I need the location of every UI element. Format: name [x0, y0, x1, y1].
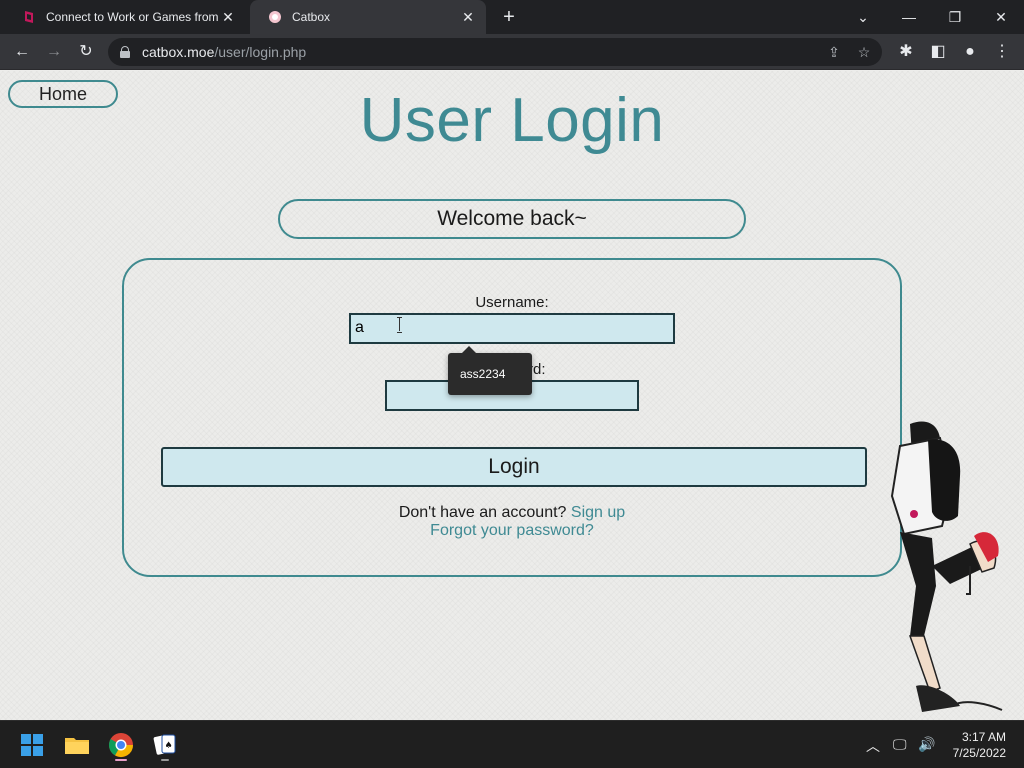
tab-catbox[interactable]: Catbox ✕	[250, 0, 486, 34]
browser-tab-strip: Connect to Work or Games from ✕ Catbox ✕…	[0, 0, 1024, 34]
back-icon[interactable]: ←	[10, 40, 34, 64]
close-tab-icon[interactable]: ✕	[220, 9, 236, 25]
welcome-banner: Welcome back~	[278, 199, 746, 239]
solitaire-icon[interactable]: ♠	[149, 729, 181, 761]
signup-row: Don't have an account? Sign up	[124, 504, 900, 522]
forward-icon[interactable]: →	[42, 40, 66, 64]
new-tab-button[interactable]: +	[498, 6, 520, 28]
tab-title: Catbox	[292, 10, 331, 24]
system-clock[interactable]: 3:17 AM 7/25/2022	[953, 729, 1006, 761]
close-tab-icon[interactable]: ✕	[460, 9, 476, 25]
autocomplete-suggestion[interactable]: ass2234	[448, 346, 532, 395]
browser-toolbar: ← → ↻ catbox.moe/user/login.php ⇪ ☆ ✱ ◧ …	[0, 34, 1024, 70]
login-button[interactable]: Login	[161, 447, 867, 487]
text-cursor-icon	[397, 317, 403, 333]
tab-title: Connect to Work or Games from	[46, 10, 218, 24]
page-title: User Login	[359, 86, 665, 155]
mascot-illustration	[890, 421, 1003, 712]
close-window-button[interactable]: ✕	[978, 0, 1024, 34]
login-form: Username: a rd: Login Don't have an acco…	[122, 258, 902, 577]
tab-search-icon[interactable]: ⌄	[840, 0, 886, 34]
parsec-icon	[25, 11, 33, 23]
extensions-icon[interactable]: ✱	[894, 40, 918, 64]
windows-taskbar: ♠ ︿ 🖵 🔊 3:17 AM 7/25/2022	[0, 720, 1024, 768]
clock-date: 7/25/2022	[952, 746, 1006, 760]
reload-icon[interactable]: ↻	[74, 40, 98, 64]
menu-icon[interactable]: ⋮	[990, 40, 1014, 64]
chevron-up-icon[interactable]: ︿	[866, 736, 880, 756]
tab-parsec[interactable]: Connect to Work or Games from ✕	[4, 0, 246, 34]
volume-icon[interactable]: 🔊	[918, 736, 935, 753]
start-icon[interactable]	[16, 729, 48, 761]
restore-button[interactable]: ❐	[932, 0, 978, 34]
lock-icon[interactable]	[120, 46, 130, 58]
profile-icon[interactable]: ●	[958, 40, 982, 64]
side-panel-icon[interactable]: ◧	[926, 40, 950, 64]
catbox-icon	[269, 11, 281, 23]
bookmark-star-icon[interactable]: ☆	[854, 42, 874, 62]
address-bar[interactable]: catbox.moe/user/login.php ⇪ ☆	[108, 38, 882, 66]
network-icon[interactable]: 🖵	[893, 736, 907, 753]
forgot-password-link[interactable]: Forgot your password?	[430, 522, 594, 539]
file-explorer-icon[interactable]	[61, 729, 93, 761]
clock-time: 3:17 AM	[961, 730, 1006, 744]
url-host: catbox.moe	[142, 44, 215, 60]
username-label: Username:	[475, 294, 549, 311]
forgot-row: Forgot your password?	[124, 522, 900, 540]
chrome-icon[interactable]	[105, 729, 137, 761]
signup-link[interactable]: Sign up	[571, 504, 625, 521]
page-content: Home User Login Welcome back~ Username: …	[0, 71, 1024, 720]
minimize-button[interactable]: —	[886, 0, 932, 34]
share-icon[interactable]: ⇪	[824, 42, 844, 62]
svg-text:♠: ♠	[164, 741, 172, 751]
no-account-text: Don't have an account?	[398, 504, 567, 521]
url-path: /user/login.php	[214, 44, 307, 60]
